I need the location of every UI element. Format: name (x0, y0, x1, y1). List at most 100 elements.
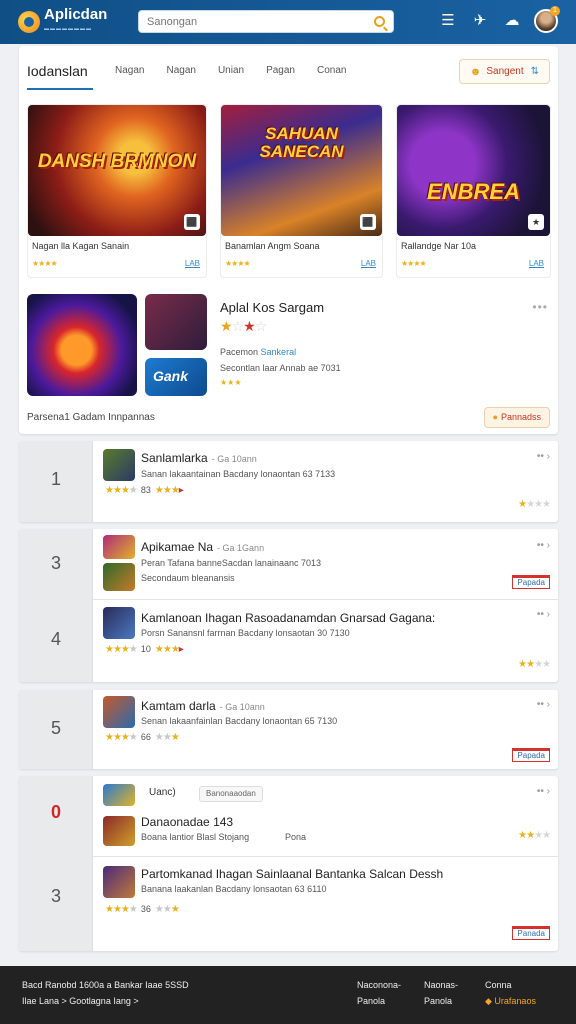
search-icon[interactable] (374, 16, 385, 27)
more-options-icon[interactable]: •• › (537, 540, 550, 551)
app-name: Aplicdan ▬▬▬▬▬▬▬▬ (44, 7, 107, 36)
game-thumbnail[interactable]: SAHUAN SANECAN ⬛ (221, 105, 382, 236)
app-rating: ★★★★ (518, 499, 551, 510)
tab-5[interactable]: Conan (317, 60, 346, 90)
game-card[interactable]: DANSH BRMNON ⬛ Nagan lla Kagan Sanain ★★… (27, 104, 207, 278)
bookmark-icon[interactable]: ⬛ (360, 214, 376, 230)
list-item[interactable]: Partomkanad Ihagan Sainlaanal Bantanka S… (99, 864, 550, 944)
featured-app-title[interactable]: Aplal Kos Sargam (220, 300, 324, 315)
panel-action-button[interactable]: ● Pannadss (483, 407, 550, 428)
list-item[interactable]: Sanlamlarka - Ga 10ann Sanan lakaantainan… (99, 449, 551, 519)
app-description: Porsn Sanansnl farrnan Bacdany lonsaotan… (141, 628, 350, 638)
panel-action-label: Pannadss (500, 412, 541, 422)
app-rating: ★★★★ (518, 830, 551, 841)
list-item[interactable]: Kamtam darla - Ga 10ann Senan lakaanfainl… (99, 696, 550, 766)
user-avatar[interactable]: 1 (534, 6, 560, 33)
game-name: Rallandge Nar 10a (401, 241, 477, 251)
footer-link[interactable]: Naconona- (357, 980, 401, 990)
ranking-block: 5 Kamtam darla - Ga 10ann Senan lakaanfai… (19, 690, 558, 769)
tab-1[interactable]: Nagan (115, 60, 144, 90)
search-input[interactable] (147, 15, 357, 28)
featured-app-icon[interactable]: Gank (145, 358, 207, 396)
divider (93, 599, 558, 600)
app-icon[interactable] (103, 866, 135, 898)
featured-app-thumb[interactable] (145, 294, 207, 350)
tab-3[interactable]: Unian (218, 60, 244, 90)
list-item[interactable]: Kamlanoan Ihagan Rasoadanamdan Gnarsad G… (99, 607, 551, 677)
game-link[interactable]: LAB (529, 259, 544, 268)
list-item[interactable]: Uanc) Banonaaodan Danaonadae 143 Boana l… (99, 782, 551, 852)
footer-link[interactable]: Panola (424, 996, 452, 1006)
tab-4[interactable]: Pagan (266, 60, 295, 90)
category-pill[interactable]: Banonaaodan (199, 786, 263, 802)
search-bar[interactable] (138, 10, 394, 33)
divider (93, 856, 558, 857)
game-name: Nagan lla Kagan Sanain (32, 241, 130, 251)
rank-number: 4 (50, 629, 61, 649)
more-options-icon[interactable]: •• › (537, 451, 550, 462)
featured-info-1: Pacemon Sankeral (220, 347, 296, 357)
app-icon[interactable] (103, 449, 135, 481)
top-bar: Aplicdan ▬▬▬▬▬▬▬▬ ☰ ✈ ☁ 1 (0, 0, 576, 44)
game-stars: ★★★★ (225, 259, 251, 268)
tab-2[interactable]: Nagan (166, 60, 195, 90)
footer-accent-link[interactable]: ◆ Urafanaos (485, 996, 536, 1007)
more-options-icon[interactable]: •• › (537, 786, 550, 797)
more-options-icon[interactable]: ••• (532, 300, 548, 314)
logo-icon (18, 11, 40, 33)
app-title: Danaonadae 143 (141, 815, 234, 829)
menu-list-icon[interactable]: ☰ (438, 10, 458, 32)
app-icon[interactable] (103, 563, 135, 591)
list-item[interactable]: Apikamae Na - Ga 1Gann Peran Tafana banne… (99, 535, 550, 597)
game-card[interactable]: SAHUAN SANECAN ⬛ Banamlan Angm Soana ★★★… (220, 104, 383, 278)
game-link[interactable]: LAB (185, 259, 200, 268)
featured-info-3: ★★★ (220, 378, 242, 387)
game-stars: ★★★★ (32, 259, 58, 268)
bookmark-icon[interactable]: ⬛ (184, 214, 200, 230)
rank-number: 3 (50, 553, 61, 573)
category-pill[interactable]: Uanc) (143, 786, 182, 802)
app-stars: ★★★★ 10 ★★★▸ (105, 644, 184, 655)
app-title: Kamtam darla - Ga 10ann (141, 699, 265, 713)
user-icon: ☻ (469, 65, 482, 78)
star-icon[interactable]: ★ (528, 214, 544, 230)
game-stars: ★★★★ (401, 259, 427, 268)
app-stars: ★★★★ 66 ★★★ (105, 732, 180, 743)
share-icon[interactable]: ✈ (470, 10, 490, 32)
game-name: Banamlan Angm Soana (225, 241, 320, 251)
download-button[interactable]: Papada (512, 575, 550, 589)
footer-links[interactable]: Ilae Lana > Gootlagna Iang > (22, 996, 139, 1006)
tab-home[interactable]: Iodanslan (27, 60, 93, 90)
app-logo[interactable]: Aplicdan ▬▬▬▬▬▬▬▬ (18, 7, 107, 36)
app-description: Secondaum bleanansis (141, 573, 235, 583)
ranking-block: 3 4 Apikamae Na - Ga 1Gann Peran Tafana b… (19, 529, 558, 682)
footer-link[interactable]: Conna (485, 980, 512, 990)
game-thumbnail[interactable]: ENBREA ★ (397, 105, 550, 236)
game-card[interactable]: ENBREA ★ Rallandge Nar 10a ★★★★ LAB (396, 104, 551, 278)
game-link[interactable]: LAB (361, 259, 376, 268)
footer-link[interactable]: Panola (357, 996, 385, 1006)
app-icon[interactable] (103, 784, 135, 806)
game-thumbnail[interactable]: DANSH BRMNON ⬛ (28, 105, 206, 236)
footer-link[interactable]: Naonas- (424, 980, 458, 990)
download-button[interactable]: Panada (512, 926, 550, 940)
app-icon[interactable] (103, 535, 135, 559)
app-icon[interactable] (103, 696, 135, 728)
download-button[interactable]: Papada (512, 748, 550, 762)
app-stars: ★★★★ 83 ★★★▸ (105, 485, 184, 496)
cloud-icon[interactable]: ☁ (502, 10, 522, 32)
featured-info-link[interactable]: Sankeral (261, 347, 297, 357)
app-stars: ★★★★ 36 ★★★ (105, 904, 180, 915)
app-icon[interactable] (103, 607, 135, 639)
tab-bar: Iodanslan Nagan Nagan Unian Pagan Conan (27, 60, 368, 90)
app-description: Peran Tafana banneSacdan lanainaanc 7013 (141, 558, 321, 568)
more-options-icon[interactable]: •• › (537, 699, 550, 710)
sort-button[interactable]: ☻ Sangent ⇅ (458, 59, 550, 84)
featured-app-image[interactable] (27, 294, 137, 396)
rank-number: 5 (50, 718, 61, 738)
footer-accent-label: Urafanaos (494, 996, 536, 1006)
more-options-icon[interactable]: •• › (537, 609, 550, 620)
app-description: Senan lakaanfainlan Bacdany lonaontan 65… (141, 716, 338, 726)
app-icon[interactable] (103, 816, 135, 846)
top-icon-group: ☰ ✈ ☁ 1 (438, 6, 560, 33)
